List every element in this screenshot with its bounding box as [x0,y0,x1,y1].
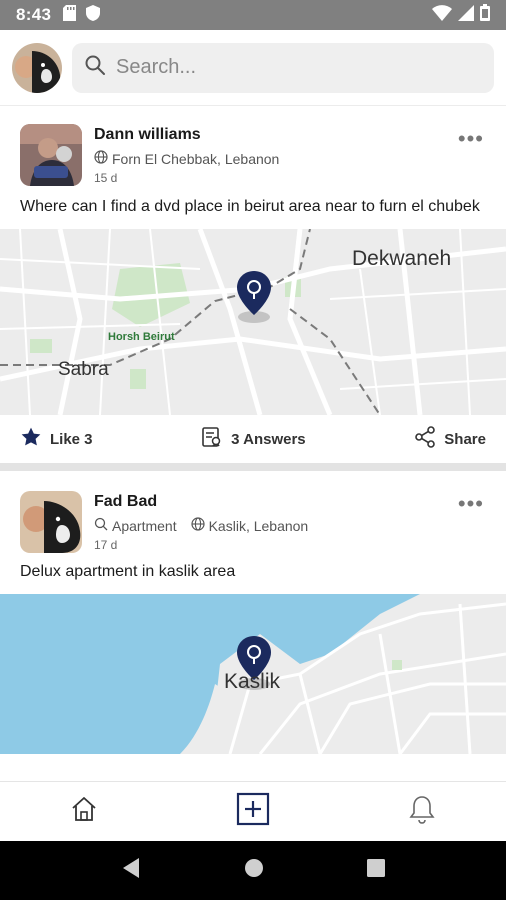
post-actions: Like 3 3 Answers Share [0,415,506,471]
share-label: Share [444,430,486,448]
system-nav [0,841,506,900]
feed: Dann williams Forn El Chebbak, Lebanon 1… [0,106,506,781]
search-icon [84,54,106,81]
status-bar: 8:43 [0,0,506,30]
globe-icon [190,517,205,534]
star-icon [20,426,42,452]
nav-add-post[interactable] [223,787,283,837]
nav-home[interactable] [54,787,114,837]
add-post-icon [236,792,270,831]
post-category: Apartment [112,517,177,534]
like-label: Like 3 [50,430,93,448]
author-name[interactable]: Fad Bad [94,493,316,511]
home-icon [70,795,98,828]
author-avatar[interactable] [20,491,82,553]
share-button[interactable]: Share [414,426,486,452]
post-age: 17 d [94,538,118,552]
status-time: 8:43 [16,5,52,24]
bottom-nav [0,781,506,841]
post-card: Fad Bad Apartment Kaslik, Lebanon 17 d •… [0,471,506,754]
globe-icon [94,150,108,167]
bell-icon [409,794,435,829]
profile-avatar[interactable] [12,42,62,93]
post-location: Kaslik, Lebanon [208,517,309,534]
share-icon [414,426,436,452]
battery-icon [480,4,490,26]
map-label: Kaslik [224,670,281,693]
shield-icon [86,4,101,26]
map-label: Dekwaneh [352,247,452,270]
answers-label: 3 Answers [231,430,306,448]
post-age: 15 d [94,171,118,185]
post-map[interactable]: Dekwaneh Horsh Beirut Sabra [0,229,506,415]
nav-notifications[interactable] [392,787,452,837]
post-map[interactable]: Kaslik [0,594,506,754]
home-circle-icon[interactable] [244,858,264,883]
post-text: Where can I find a dvd place in beirut a… [20,198,480,215]
map-label: Horsh Beirut [108,331,175,343]
back-icon[interactable] [121,857,141,884]
more-options-icon[interactable]: ••• [458,128,484,150]
post-card: Dann williams Forn El Chebbak, Lebanon 1… [0,106,506,471]
answers-button[interactable]: 3 Answers [201,426,306,452]
author-name[interactable]: Dann williams [94,126,287,144]
like-button[interactable]: Like 3 [20,426,93,452]
post-header: Dann williams Forn El Chebbak, Lebanon 1… [0,106,506,186]
post-text: Delux apartment in kaslik area [20,563,236,580]
post-header: Fad Bad Apartment Kaslik, Lebanon 17 d •… [0,471,506,553]
answers-icon [201,426,223,452]
search-icon [94,517,108,534]
post-location: Forn El Chebbak, Lebanon [112,150,280,167]
author-avatar[interactable] [20,124,82,186]
signal-icon [458,4,474,26]
more-options-icon[interactable]: ••• [458,493,484,515]
map-pin-icon [237,271,271,323]
sd-card-icon [63,4,77,26]
search-bar[interactable] [72,42,494,93]
map-label: Sabra [58,359,109,380]
search-input[interactable] [116,56,482,79]
wifi-icon [432,4,452,26]
top-bar [0,30,506,106]
recents-icon[interactable] [366,859,385,882]
